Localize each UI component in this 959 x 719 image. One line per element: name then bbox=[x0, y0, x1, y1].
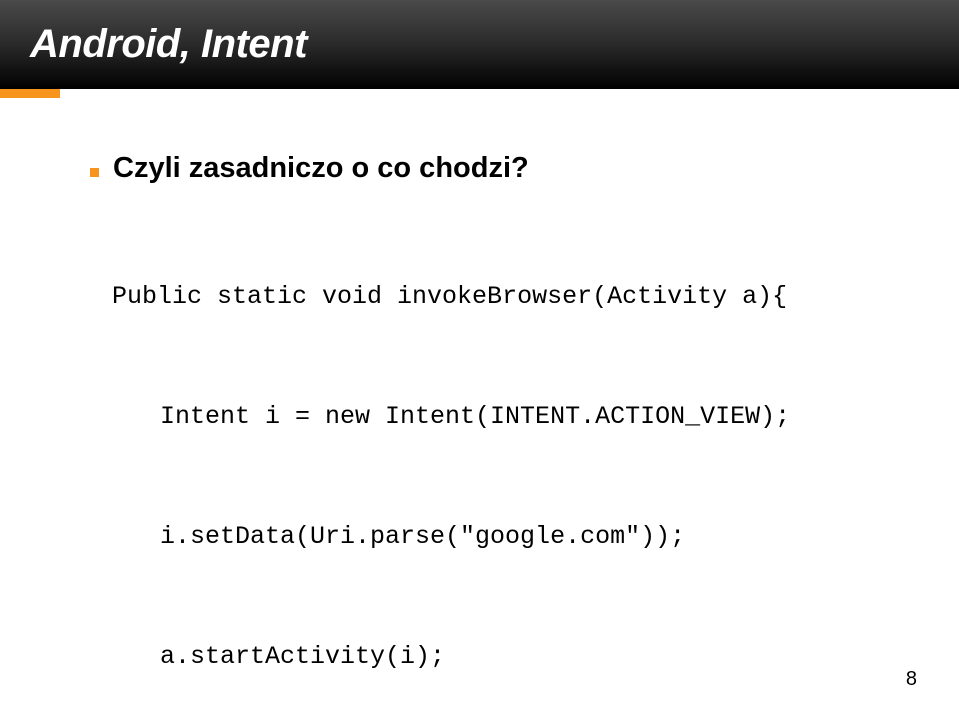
bullet-item-1: Czyli zasadniczo o co chodzi? bbox=[90, 147, 869, 191]
code-line-3: i.setData(Uri.parse("google.com")); bbox=[160, 517, 869, 557]
code-line-2: Intent i = new Intent(INTENT.ACTION_VIEW… bbox=[160, 397, 869, 437]
code-line-4: a.startActivity(i); bbox=[160, 637, 869, 677]
slide-header: Android, Intent bbox=[0, 0, 959, 89]
page-number: 8 bbox=[906, 668, 917, 691]
slide-content: Czyli zasadniczo o co chodzi? Public sta… bbox=[0, 89, 959, 719]
slide: Android, Intent Czyli zasadniczo o co ch… bbox=[0, 0, 959, 719]
slide-title: Android, Intent bbox=[30, 22, 307, 67]
square-bullet-icon bbox=[90, 168, 99, 177]
accent-bar bbox=[0, 89, 60, 98]
bullet-text-1: Czyli zasadniczo o co chodzi? bbox=[113, 147, 529, 191]
code-block: Public static void invokeBrowser(Activit… bbox=[112, 197, 869, 719]
code-line-1: Public static void invokeBrowser(Activit… bbox=[112, 277, 869, 317]
